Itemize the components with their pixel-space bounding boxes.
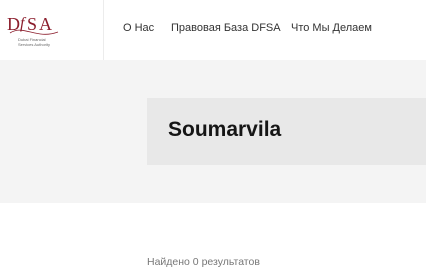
svg-text:S: S [27,14,37,34]
svg-text:f: f [20,15,27,32]
page-title: Soumarvila [168,118,282,141]
logo-link[interactable]: D f S A Dubai Financial Services Authori… [0,0,104,60]
hero-band: Soumarvila [0,60,426,203]
title-card: Soumarvila [147,98,426,165]
nav-what-we-do[interactable]: Что Мы Делаем [291,22,372,34]
svg-text:A: A [39,14,52,34]
nav-legal-framework[interactable]: Правовая База DFSA [171,22,281,34]
results-count: Найдено 0 результатов [147,256,260,268]
dfsa-logo: D f S A Dubai Financial Services Authori… [7,14,59,47]
nav-about[interactable]: О Нас [123,22,154,34]
svg-text:Services Authority: Services Authority [18,42,50,47]
site-header: D f S A Dubai Financial Services Authori… [0,0,426,60]
